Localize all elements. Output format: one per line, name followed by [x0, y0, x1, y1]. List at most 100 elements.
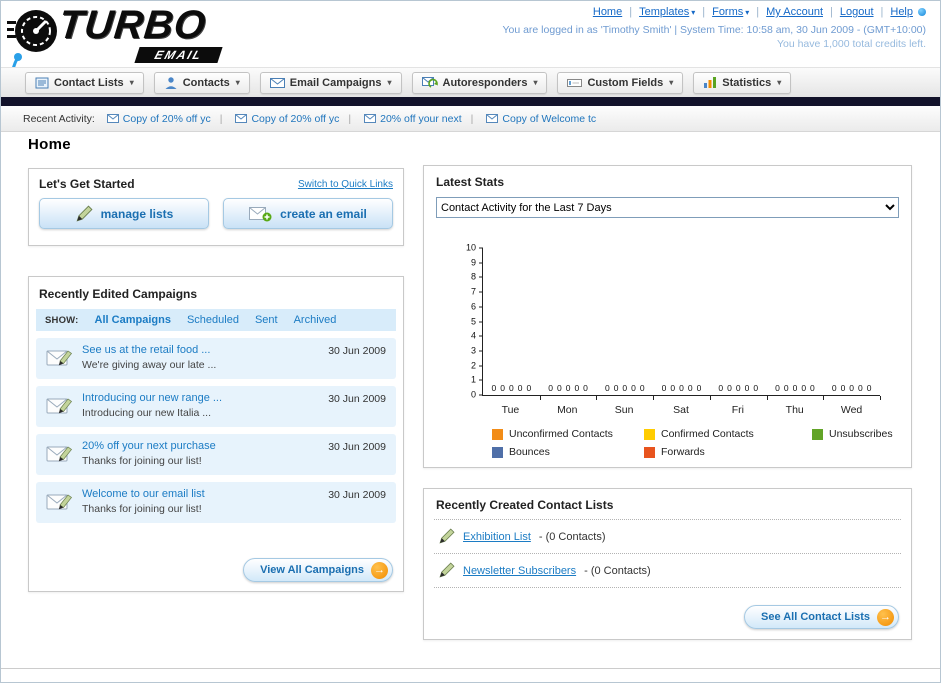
- envelope-icon: [364, 114, 377, 123]
- legend-label: Confirmed Contacts: [661, 428, 754, 440]
- custom-fields-icon: [567, 78, 583, 87]
- chevron-down-icon: ▾: [533, 78, 538, 87]
- contact-list-row[interactable]: Newsletter Subscribers - (0 Contacts): [424, 554, 911, 587]
- logo-subtitle: EMAIL: [134, 47, 223, 63]
- view-all-campaigns-button[interactable]: View All Campaigns →: [243, 558, 393, 582]
- y-tick-label: 2: [470, 360, 476, 371]
- tab-contact-lists[interactable]: Contact Lists ▾: [25, 71, 144, 94]
- y-tick-mark: [479, 365, 483, 367]
- envelope-pencil-icon: [46, 446, 73, 462]
- y-tick-mark: [479, 350, 483, 352]
- recent-activity-item[interactable]: 20% off your next: [339, 112, 462, 125]
- link-forms[interactable]: Forms▾: [695, 6, 749, 18]
- link-logout[interactable]: Logout: [823, 6, 874, 18]
- bar-value-label: 0: [727, 382, 732, 393]
- legend-item: Forwards: [644, 446, 812, 458]
- campaign-row[interactable]: Introducing our new range ... Introducin…: [36, 386, 396, 427]
- bar-value-label: 0: [508, 382, 514, 393]
- chart-bar-group: 00000: [653, 382, 711, 400]
- create-email-label: create an email: [280, 206, 367, 221]
- legend-label: Forwards: [661, 446, 705, 458]
- campaign-link[interactable]: See us at the retail food ...: [82, 344, 308, 356]
- bar-value-label: 0: [604, 382, 610, 393]
- switch-quick-links[interactable]: Switch to Quick Links: [298, 179, 393, 190]
- legend-item: Bounces: [492, 446, 644, 458]
- campaign-row[interactable]: 20% off your next purchase Thanks for jo…: [36, 434, 396, 475]
- tab-custom-fields[interactable]: Custom Fields ▾: [557, 71, 684, 94]
- chart-bar-group: 00000: [823, 382, 881, 400]
- bar-value-label: 0: [801, 382, 807, 393]
- main-nav: Contact Lists ▾ Contacts ▾ Email Campaig…: [1, 67, 940, 97]
- recent-activity-item[interactable]: Copy of 20% off yc: [106, 113, 211, 125]
- campaign-row[interactable]: Welcome to our email list Thanks for joi…: [36, 482, 396, 523]
- filter-scheduled[interactable]: Scheduled: [187, 314, 239, 326]
- y-tick-mark: [479, 379, 483, 381]
- bar-value-label: 0: [661, 382, 667, 393]
- tab-label: Autoresponders: [442, 76, 528, 89]
- bar-value-label: 0: [631, 382, 636, 393]
- x-tick-label: Mon: [557, 404, 578, 416]
- tab-contacts[interactable]: Contacts ▾: [153, 71, 250, 94]
- filter-sent[interactable]: Sent: [255, 314, 278, 326]
- y-tick-label: 7: [470, 286, 476, 297]
- campaign-link[interactable]: Introducing our new range ...: [82, 392, 308, 404]
- legend-label: Bounces: [509, 446, 550, 458]
- tab-email-campaigns[interactable]: Email Campaigns ▾: [259, 71, 402, 94]
- stats-period-select[interactable]: Contact Activity for the Last 7 Days: [436, 197, 899, 218]
- legend-swatch: [644, 428, 655, 440]
- link-logout-label: Logout: [839, 6, 874, 18]
- tab-autoresponders[interactable]: Autoresponders ▾: [411, 71, 548, 94]
- main-content: Home Let's Get Started Switch to Quick L…: [1, 132, 940, 669]
- campaign-row[interactable]: See us at the retail food ... We're givi…: [36, 338, 396, 379]
- recent-activity-item[interactable]: Copy of Welcome tc: [462, 113, 596, 125]
- bar-value-label: 0: [849, 382, 855, 393]
- y-tick-label: 4: [470, 330, 476, 341]
- create-email-button[interactable]: create an email: [223, 198, 393, 229]
- y-tick-label: 3: [470, 345, 476, 356]
- campaign-link[interactable]: 20% off your next purchase: [82, 440, 308, 452]
- chevron-down-icon: ▾: [387, 78, 392, 87]
- see-all-contact-lists-label: See All Contact Lists: [760, 611, 870, 623]
- link-help-label: Help: [890, 6, 913, 18]
- envelope-pencil-icon: [46, 350, 73, 366]
- recent-activity-text: 20% off your next: [380, 112, 462, 125]
- get-started-panel: Let's Get Started Switch to Quick Links …: [28, 168, 404, 246]
- help-status-dot-icon: [918, 8, 926, 17]
- bar-value-label: 0: [831, 382, 837, 393]
- bar-value-label: 0: [583, 382, 588, 393]
- link-my-account[interactable]: My Account: [749, 6, 823, 18]
- logo[interactable]: TURBO EMAIL: [7, 3, 287, 112]
- legend-swatch: [812, 428, 823, 440]
- bar-value-label: 0: [744, 382, 750, 393]
- show-label: SHOW:: [45, 314, 79, 326]
- recent-activity-label: Recent Activity:: [23, 112, 95, 125]
- header: TURBO EMAIL HomeTemplates▾Forms▾My Accou…: [1, 1, 940, 112]
- contact-list-row[interactable]: Exhibition List - (0 Contacts): [424, 520, 911, 553]
- contact-list-link[interactable]: Exhibition List: [463, 531, 531, 543]
- tab-label: Email Campaigns: [289, 76, 382, 89]
- campaigns-list: See us at the retail food ... We're givi…: [29, 331, 403, 523]
- link-home[interactable]: Home: [593, 6, 622, 18]
- link-help[interactable]: Help: [874, 6, 913, 18]
- y-tick-mark: [479, 321, 483, 322]
- manage-lists-button[interactable]: manage lists: [39, 198, 209, 229]
- bar-value-label: 0: [735, 382, 741, 393]
- see-all-contact-lists-button[interactable]: See All Contact Lists →: [743, 605, 899, 629]
- bar-value-label: 0: [565, 382, 571, 393]
- envelope-icon: [106, 114, 119, 123]
- legend-swatch: [644, 446, 655, 458]
- contact-lists-title: Recently Created Contact Lists: [436, 498, 614, 512]
- chart-legend: Unconfirmed Contacts Confirmed Contacts Un…: [492, 428, 940, 458]
- envelope-icon: [486, 114, 499, 123]
- link-templates[interactable]: Templates▾: [622, 6, 695, 18]
- y-tick-mark: [479, 291, 483, 293]
- campaign-link[interactable]: Welcome to our email list: [82, 488, 308, 500]
- contact-list-link[interactable]: Newsletter Subscribers: [463, 565, 576, 577]
- filter-archived[interactable]: Archived: [294, 314, 337, 326]
- tab-statistics[interactable]: Statistics ▾: [693, 71, 792, 94]
- legend-item: Unconfirmed Contacts: [492, 428, 644, 440]
- legend-item: Confirmed Contacts: [644, 428, 812, 440]
- divider: [434, 587, 901, 588]
- filter-all-campaigns[interactable]: All Campaigns: [95, 314, 171, 326]
- recent-activity-item[interactable]: Copy of 20% off yc: [211, 113, 339, 125]
